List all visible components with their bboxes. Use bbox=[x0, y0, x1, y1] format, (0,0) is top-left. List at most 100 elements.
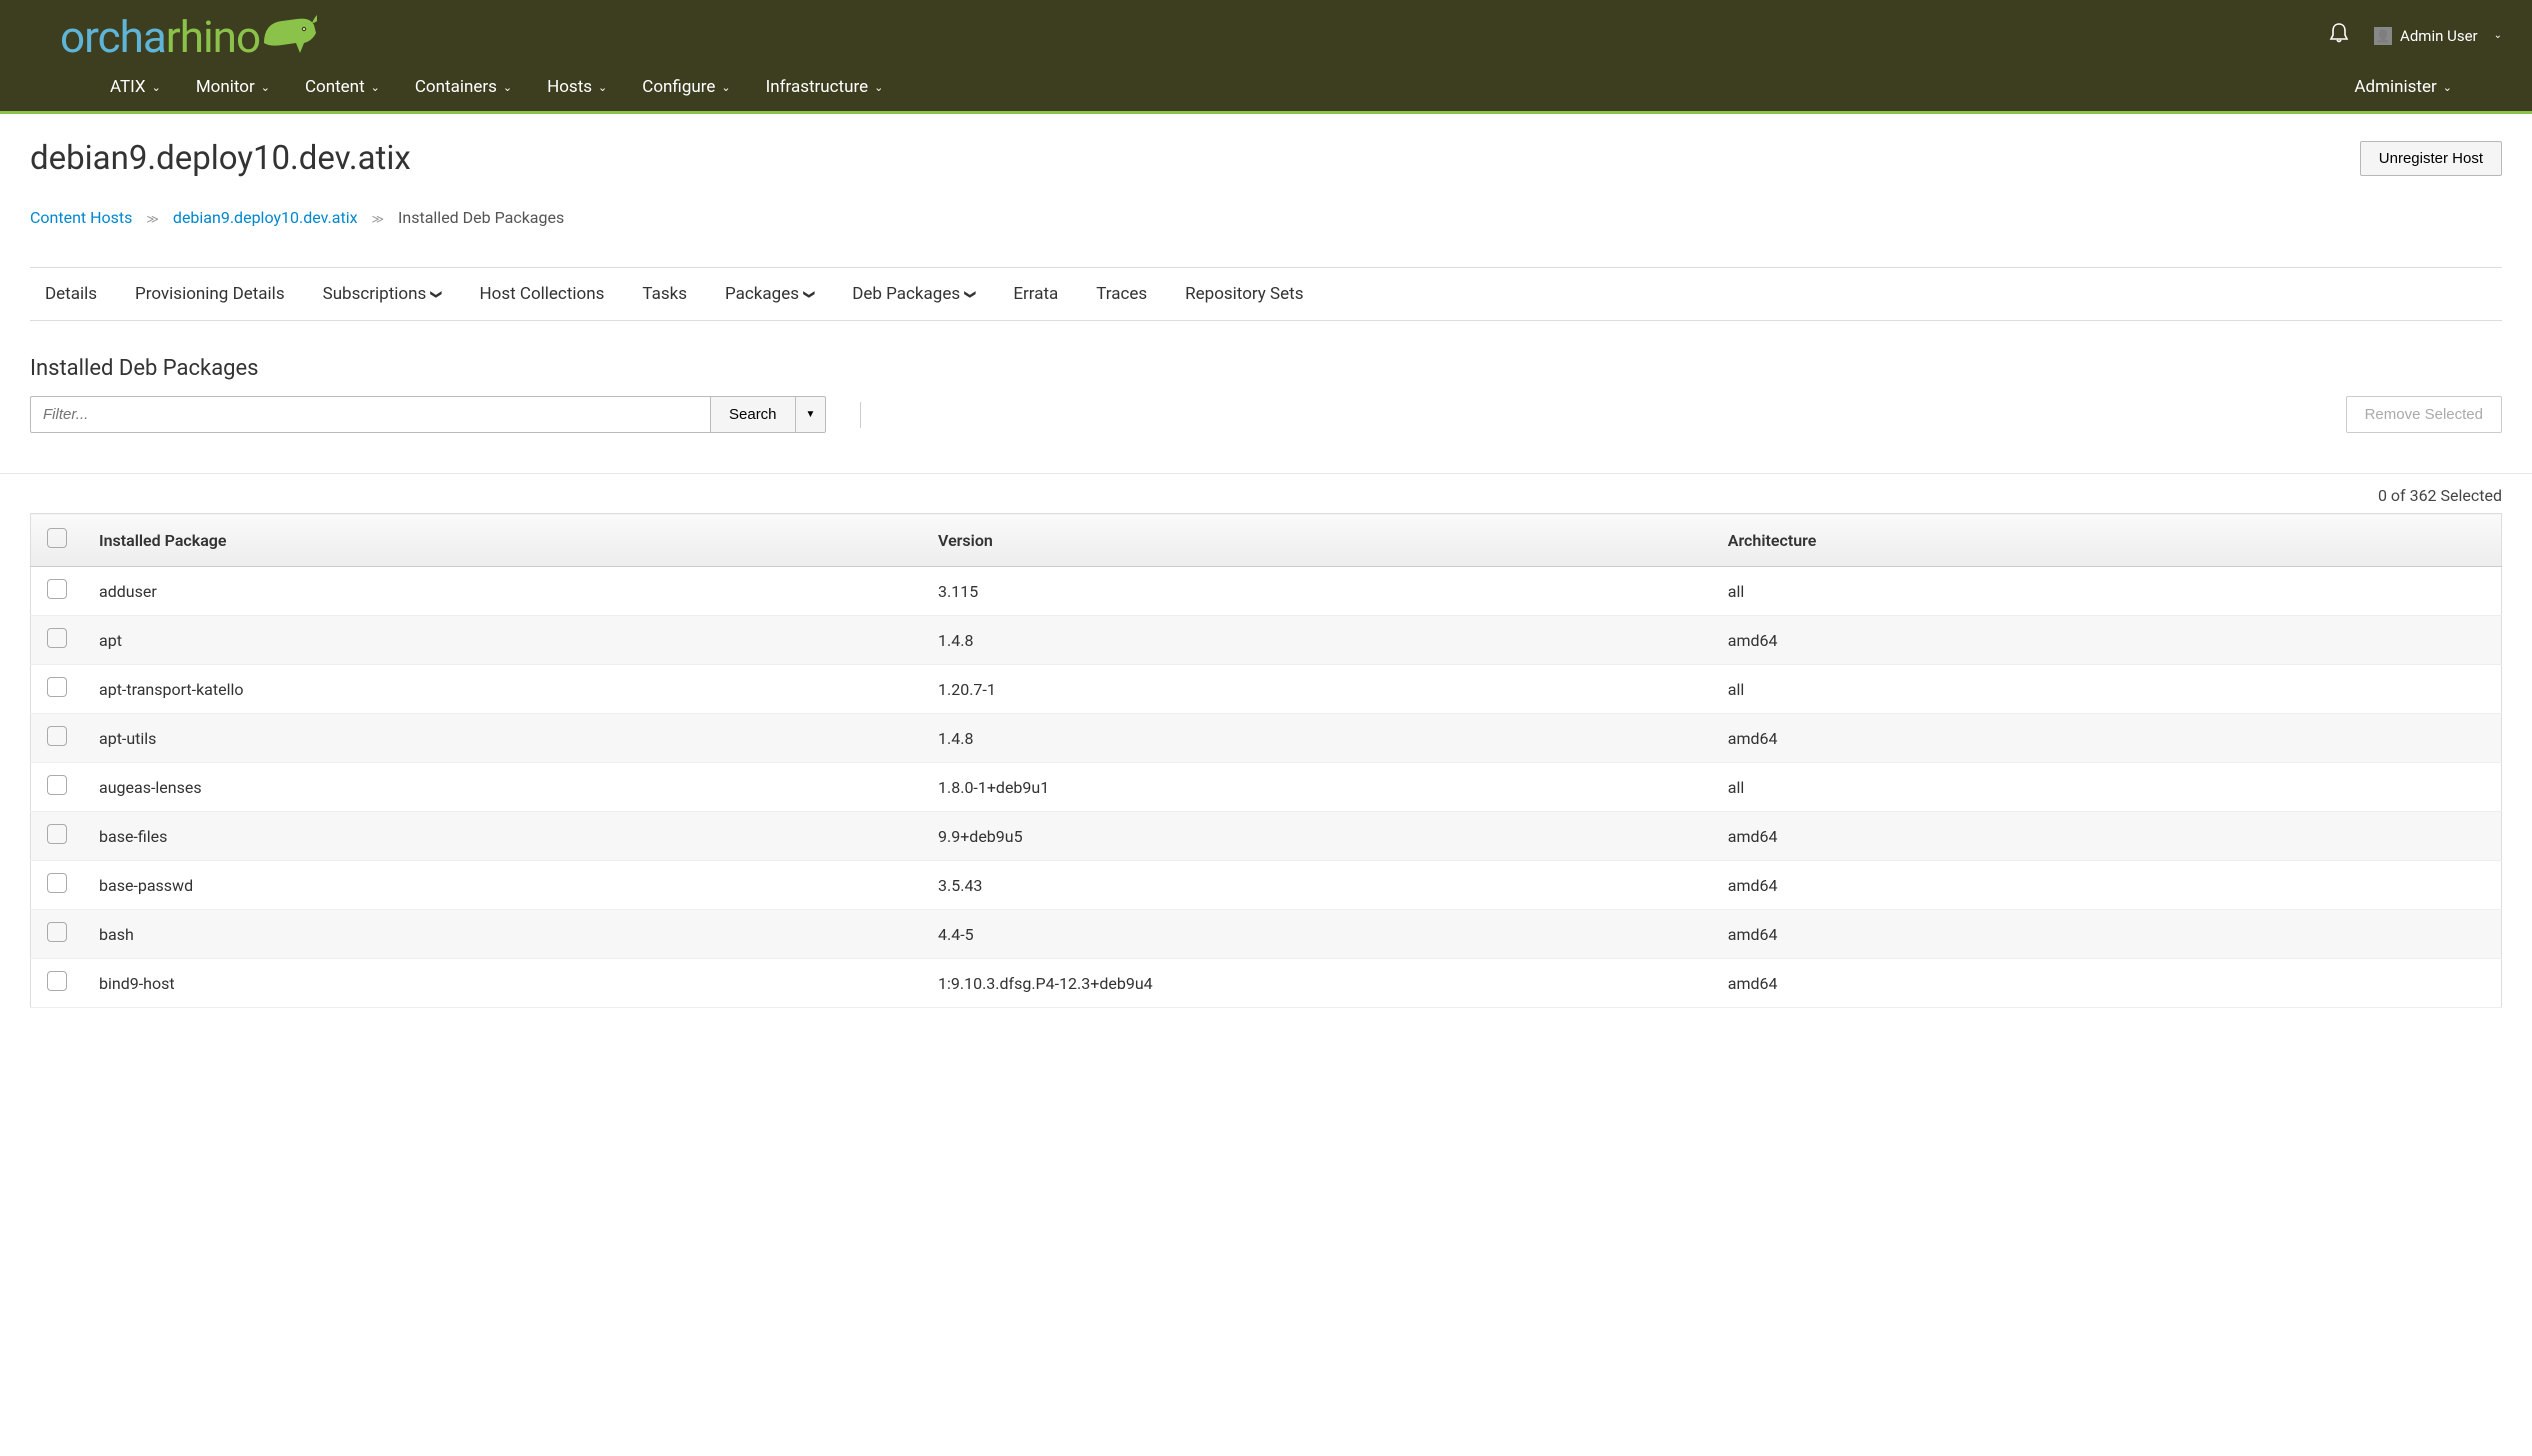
user-menu[interactable]: Admin User ⌄ bbox=[2374, 27, 2502, 45]
cell-architecture: amd64 bbox=[1712, 714, 2502, 763]
section-title: Installed Deb Packages bbox=[30, 356, 2502, 381]
row-checkbox-cell bbox=[31, 665, 84, 714]
notifications-icon[interactable] bbox=[2329, 22, 2349, 49]
header-top: orcharhino Admin User ⌄ bbox=[0, 0, 2532, 63]
chevron-down-icon: ⌄ bbox=[261, 81, 270, 94]
nav-item-configure[interactable]: Configure⌄ bbox=[642, 63, 730, 111]
tab-label: Packages bbox=[725, 284, 799, 304]
caret-down-icon: ⌄ bbox=[2494, 30, 2502, 41]
row-checkbox[interactable] bbox=[47, 677, 67, 697]
nav-item-monitor[interactable]: Monitor ⌄ bbox=[196, 63, 270, 111]
tab-provisioning-details[interactable]: Provisioning Details bbox=[135, 268, 285, 320]
select-all-checkbox[interactable] bbox=[47, 528, 67, 548]
tab-label: Host Collections bbox=[480, 284, 605, 304]
row-checkbox-cell bbox=[31, 959, 84, 1008]
chevron-down-icon: ⌄ bbox=[2443, 81, 2452, 94]
chevron-down-icon: ❯ bbox=[430, 289, 443, 298]
row-checkbox-cell bbox=[31, 812, 84, 861]
breadcrumb: Content Hosts ≫ debian9.deploy10.dev.ati… bbox=[30, 208, 2502, 227]
tab-traces[interactable]: Traces bbox=[1096, 268, 1147, 320]
cell-package: base-files bbox=[83, 812, 922, 861]
cell-architecture: all bbox=[1712, 567, 2502, 616]
filter-input[interactable] bbox=[30, 396, 710, 433]
row-checkbox[interactable] bbox=[47, 726, 67, 746]
tab-packages[interactable]: Packages ❯ bbox=[725, 268, 814, 320]
tab-label: Repository Sets bbox=[1185, 284, 1303, 304]
tab-tasks[interactable]: Tasks bbox=[642, 268, 687, 320]
user-area: Admin User ⌄ bbox=[2329, 22, 2502, 49]
cell-package: apt-utils bbox=[83, 714, 922, 763]
breadcrumb-sep-icon: ≫ bbox=[372, 212, 385, 226]
nav-item-administer[interactable]: Administer⌄ bbox=[2354, 63, 2452, 111]
tab-label: Errata bbox=[1013, 284, 1058, 304]
cell-architecture: all bbox=[1712, 763, 2502, 812]
row-checkbox-cell bbox=[31, 567, 84, 616]
col-architecture[interactable]: Architecture bbox=[1712, 514, 2502, 567]
col-version[interactable]: Version bbox=[922, 514, 1712, 567]
breadcrumb-sep-icon: ≫ bbox=[146, 212, 159, 226]
table-row: bash4.4-5amd64 bbox=[31, 910, 2502, 959]
chevron-down-icon: ❯ bbox=[803, 289, 816, 298]
tab-label: Details bbox=[45, 284, 97, 304]
row-checkbox[interactable] bbox=[47, 775, 67, 795]
cell-architecture: amd64 bbox=[1712, 861, 2502, 910]
cell-architecture: amd64 bbox=[1712, 616, 2502, 665]
tab-deb-packages[interactable]: Deb Packages❯ bbox=[852, 268, 975, 320]
avatar-icon bbox=[2374, 27, 2392, 45]
row-checkbox[interactable] bbox=[47, 922, 67, 942]
row-checkbox[interactable] bbox=[47, 579, 67, 599]
cell-package: augeas-lenses bbox=[83, 763, 922, 812]
logo[interactable]: orcharhino bbox=[30, 8, 318, 63]
breadcrumb-content-hosts[interactable]: Content Hosts bbox=[30, 208, 132, 227]
nav-item-infrastructure[interactable]: Infrastructure⌄ bbox=[766, 63, 884, 111]
table-row: augeas-lenses1.8.0-1+deb9u1all bbox=[31, 763, 2502, 812]
packages-table: Installed Package Version Architecture a… bbox=[30, 513, 2502, 1008]
selection-count: 0 of 362 Selected bbox=[30, 486, 2502, 505]
cell-package: adduser bbox=[83, 567, 922, 616]
cell-version: 3.5.43 bbox=[922, 861, 1712, 910]
col-installed-package[interactable]: Installed Package bbox=[83, 514, 922, 567]
table-row: apt-transport-katello1.20.7-1all bbox=[31, 665, 2502, 714]
tab-errata[interactable]: Errata bbox=[1013, 268, 1058, 320]
cell-version: 1.4.8 bbox=[922, 714, 1712, 763]
cell-version: 9.9+deb9u5 bbox=[922, 812, 1712, 861]
cell-package: base-passwd bbox=[83, 861, 922, 910]
filter-row: Search ▼ Remove Selected bbox=[30, 396, 2502, 433]
table-row: bind9-host1:9.10.3.dfsg.P4-12.3+deb9u4am… bbox=[31, 959, 2502, 1008]
nav-item-atix[interactable]: ATIX⌄ bbox=[110, 63, 161, 111]
search-button[interactable]: Search bbox=[710, 396, 796, 433]
row-checkbox[interactable] bbox=[47, 628, 67, 648]
row-checkbox[interactable] bbox=[47, 873, 67, 893]
tabs: Details Provisioning Details Subscriptions… bbox=[30, 267, 2502, 321]
tab-repository-sets[interactable]: Repository Sets bbox=[1185, 268, 1303, 320]
nav-item-hosts[interactable]: Hosts⌄ bbox=[547, 63, 607, 111]
cell-version: 1:9.10.3.dfsg.P4-12.3+deb9u4 bbox=[922, 959, 1712, 1008]
tab-label: Deb Packages bbox=[852, 284, 960, 304]
nav-label: Hosts bbox=[547, 77, 592, 97]
tab-details[interactable]: Details bbox=[45, 268, 97, 320]
row-checkbox-cell bbox=[31, 714, 84, 763]
nav-item-containers[interactable]: Containers⌄ bbox=[415, 63, 512, 111]
tab-host-collections[interactable]: Host Collections bbox=[480, 268, 605, 320]
nav-label: Monitor bbox=[196, 77, 255, 97]
unregister-host-button[interactable]: Unregister Host bbox=[2360, 141, 2502, 176]
row-checkbox[interactable] bbox=[47, 971, 67, 991]
table-row: base-files9.9+deb9u5amd64 bbox=[31, 812, 2502, 861]
nav-label: Containers bbox=[415, 77, 497, 97]
row-checkbox[interactable] bbox=[47, 824, 67, 844]
breadcrumb-current: Installed Deb Packages bbox=[398, 208, 564, 227]
tab-subscriptions[interactable]: Subscriptions❯ bbox=[323, 268, 442, 320]
row-checkbox-cell bbox=[31, 910, 84, 959]
nav-item-content[interactable]: Content⌄ bbox=[305, 63, 380, 111]
cell-version: 1.20.7-1 bbox=[922, 665, 1712, 714]
logo-part2: rhino bbox=[166, 11, 260, 63]
row-checkbox-cell bbox=[31, 861, 84, 910]
breadcrumb-host[interactable]: debian9.deploy10.dev.atix bbox=[173, 208, 358, 227]
cell-version: 1.8.0-1+deb9u1 bbox=[922, 763, 1712, 812]
cell-package: bash bbox=[83, 910, 922, 959]
search-dropdown-button[interactable]: ▼ bbox=[796, 396, 827, 433]
nav-left: ATIX⌄ Monitor ⌄ Content⌄ Containers⌄ Hosts⌄ Co… bbox=[30, 63, 883, 111]
row-checkbox-cell bbox=[31, 763, 84, 812]
hr bbox=[0, 473, 2532, 474]
table-row: base-passwd3.5.43amd64 bbox=[31, 861, 2502, 910]
